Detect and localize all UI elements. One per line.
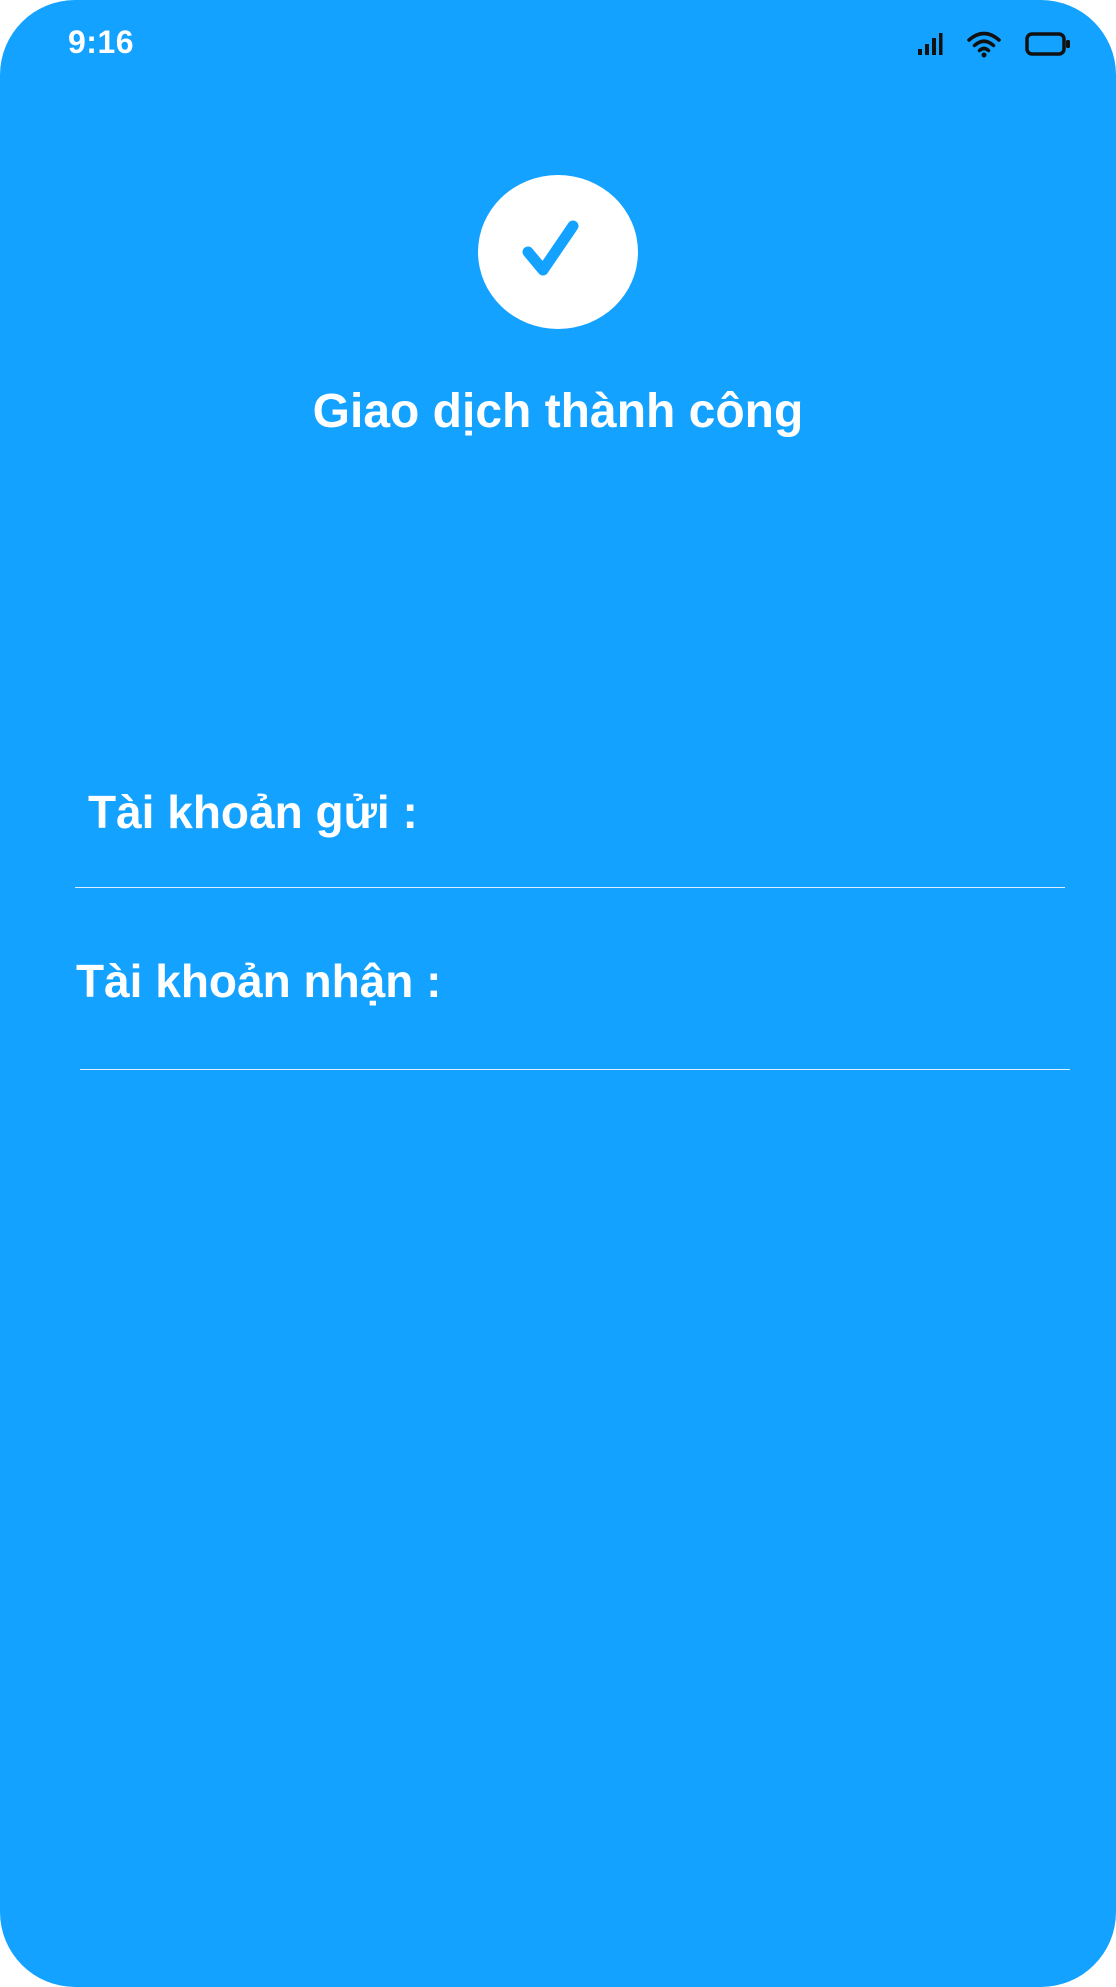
battery-icon	[1025, 32, 1071, 56]
cellular-signal-icon	[917, 32, 943, 56]
sender-divider	[75, 887, 1065, 888]
receiver-account-label: Tài khoản nhận :	[76, 955, 442, 1007]
transaction-success-screen: 9:16 Giao dịch thành công Tài khoản gửi …	[0, 0, 1116, 1987]
status-time: 9:16	[68, 24, 135, 60]
status-bar: 9:16	[0, 0, 1116, 90]
checkmark-icon	[518, 210, 598, 295]
success-title: Giao dịch thành công	[312, 385, 804, 438]
success-badge	[478, 175, 638, 329]
status-icons	[917, 30, 1071, 58]
receiver-divider	[80, 1069, 1070, 1070]
sender-account-label: Tài khoản gửi :	[88, 786, 418, 838]
wifi-icon	[967, 30, 1001, 58]
